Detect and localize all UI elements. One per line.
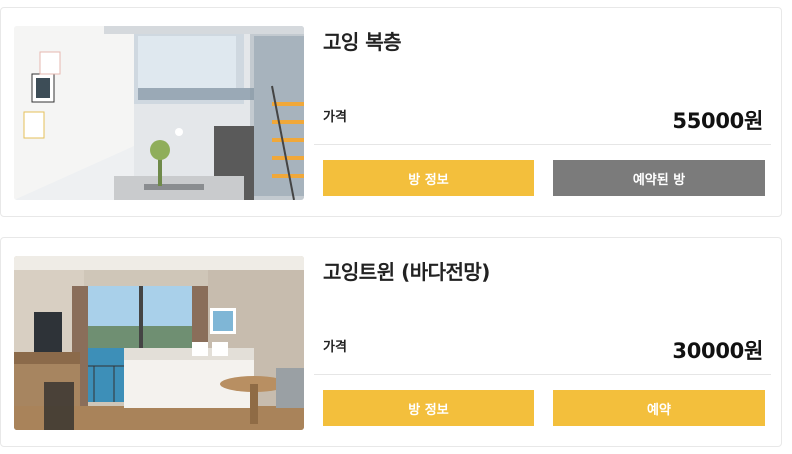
reserve-button[interactable]: 예약 xyxy=(553,390,765,426)
room-title: 고잉 복층 xyxy=(323,30,402,54)
price-label: 가격 xyxy=(323,110,347,125)
room-list: 고잉 복층 가격 55000원 방 정보 예약된 방 고잉트윈 (바다전망) 가… xyxy=(0,0,792,454)
price-label: 가격 xyxy=(323,340,347,355)
room-card: 고잉트윈 (바다전망) 가격 30000원 방 정보 예약 xyxy=(0,237,782,447)
reserved-room-button[interactable]: 예약된 방 xyxy=(553,160,765,196)
room-price: 30000원 xyxy=(672,339,763,363)
room-title: 고잉트윈 (바다전망) xyxy=(323,260,490,284)
room-info-button[interactable]: 방 정보 xyxy=(323,160,534,196)
room-price: 55000원 xyxy=(672,109,763,133)
divider xyxy=(314,144,771,145)
room-photo-loft xyxy=(14,26,304,200)
room-card: 고잉 복층 가격 55000원 방 정보 예약된 방 xyxy=(0,7,782,217)
room-photo-twin-ocean xyxy=(14,256,304,430)
divider xyxy=(314,374,771,375)
room-info-button[interactable]: 방 정보 xyxy=(323,390,534,426)
